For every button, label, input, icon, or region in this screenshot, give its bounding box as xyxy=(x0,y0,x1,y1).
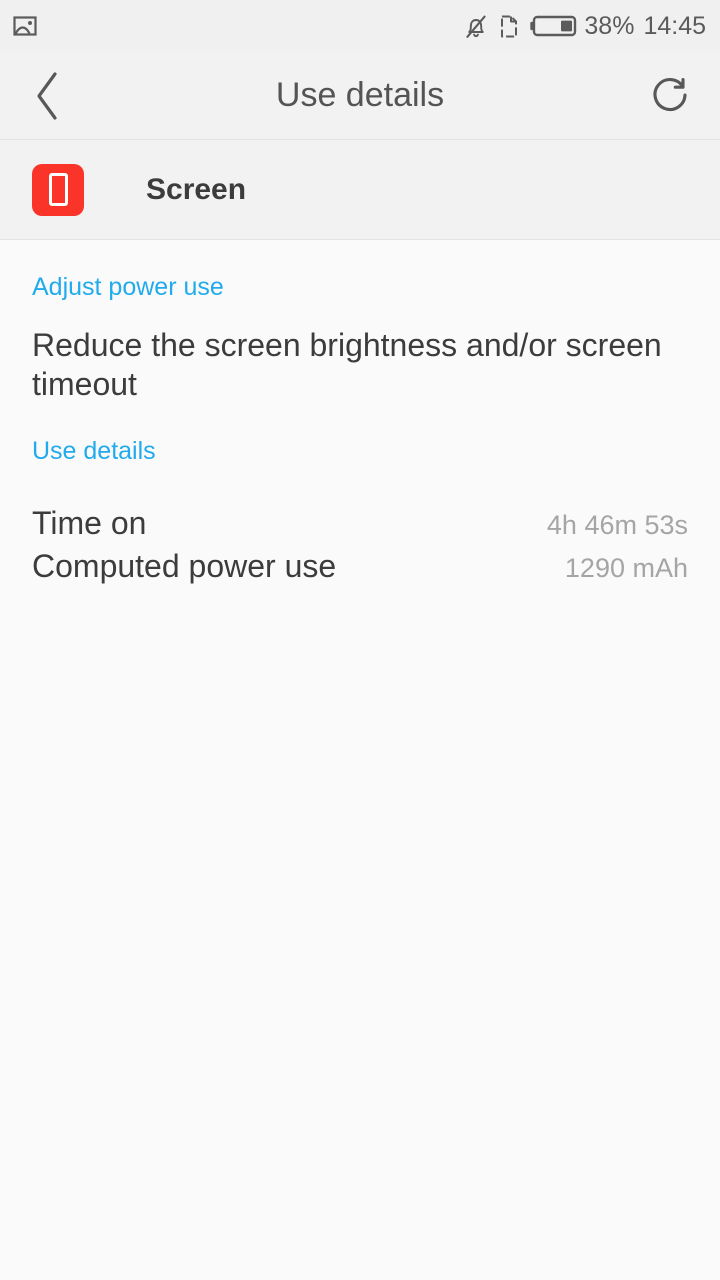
row-value: 4h 46m 53s xyxy=(546,510,688,541)
row-value: 1290 mAh xyxy=(564,553,688,584)
phone-outline-glyph xyxy=(48,173,68,206)
refresh-icon xyxy=(649,73,695,119)
row-label: Computed power use xyxy=(32,548,337,585)
table-row: Time on 4h 46m 53s xyxy=(32,505,688,548)
refresh-button[interactable] xyxy=(624,52,720,140)
content-area: Adjust power use Reduce the screen brigh… xyxy=(0,240,720,592)
screenshot-image-icon xyxy=(12,13,38,39)
app-header-row: Screen xyxy=(0,140,720,240)
status-bar-right: 38% 14:45 xyxy=(463,13,706,40)
clock-label: 14:45 xyxy=(643,11,706,40)
bell-muted-icon xyxy=(463,13,489,40)
screen-app-icon xyxy=(32,163,84,216)
document-alert-icon xyxy=(498,13,520,40)
app-bar: Use details xyxy=(0,52,720,140)
app-name-label: Screen xyxy=(146,172,247,206)
section-header-adjust-power-use: Adjust power use xyxy=(32,273,224,301)
battery-icon xyxy=(529,14,577,38)
page-title: Use details xyxy=(275,76,445,114)
status-bar-left xyxy=(12,13,38,39)
status-bar: 38% 14:45 xyxy=(0,0,720,52)
adjust-power-use-description: Reduce the screen brightness and/or scre… xyxy=(32,326,662,402)
screen-root: 38% 14:45 Use details Screen Adjust powe… xyxy=(0,0,720,1280)
table-row: Computed power use 1290 mAh xyxy=(32,548,688,591)
row-label: Time on xyxy=(32,505,147,542)
chevron-left-icon xyxy=(28,68,68,124)
back-button[interactable] xyxy=(0,52,96,140)
section-header-use-details: Use details xyxy=(32,436,156,465)
use-details-rows: Time on 4h 46m 53s Computed power use 12… xyxy=(32,465,688,591)
battery-percent-label: 38% xyxy=(584,11,635,40)
